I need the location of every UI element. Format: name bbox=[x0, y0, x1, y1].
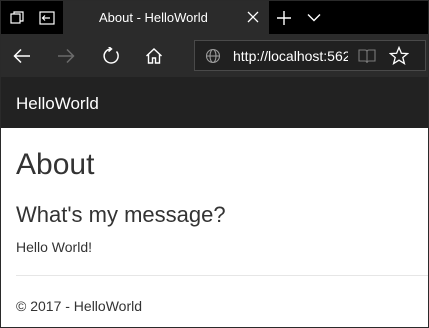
globe-icon bbox=[205, 48, 221, 64]
message-text: Hello World! bbox=[16, 239, 92, 255]
tab-strip: About - HelloWorld bbox=[1, 1, 428, 34]
forward-arrow-icon[interactable] bbox=[51, 41, 81, 71]
footer-divider bbox=[16, 275, 428, 276]
site-navbar: HelloWorld bbox=[1, 77, 428, 129]
home-icon[interactable] bbox=[139, 41, 169, 71]
footer-text: © 2017 - HelloWorld bbox=[16, 298, 142, 314]
back-arrow-icon[interactable] bbox=[7, 41, 37, 71]
reading-view-icon[interactable] bbox=[358, 48, 376, 64]
tab-about[interactable]: About - HelloWorld bbox=[63, 1, 269, 34]
page-subtitle: What's my message? bbox=[16, 202, 226, 227]
brand-link[interactable]: HelloWorld bbox=[16, 94, 99, 114]
navigation-toolbar: http://localhost:5627/Home/About bbox=[1, 34, 428, 77]
star-icon[interactable] bbox=[389, 46, 409, 66]
tab-title: About - HelloWorld bbox=[99, 10, 208, 25]
page-content: About What's my message? Hello World! © … bbox=[1, 128, 428, 327]
address-url[interactable]: http://localhost:5627/Home/About bbox=[233, 48, 348, 64]
chevron-down-icon[interactable] bbox=[300, 1, 328, 34]
address-bar[interactable]: http://localhost:5627/Home/About bbox=[194, 40, 426, 71]
page-title: About bbox=[16, 148, 95, 181]
plus-icon[interactable] bbox=[270, 1, 298, 34]
refresh-icon[interactable] bbox=[96, 41, 126, 71]
tabs-aside-icon[interactable] bbox=[3, 1, 31, 34]
close-icon[interactable] bbox=[243, 7, 263, 27]
browser-window: About - HelloWorld http://localhost:562 … bbox=[0, 0, 429, 328]
set-aside-icon[interactable] bbox=[33, 1, 61, 34]
